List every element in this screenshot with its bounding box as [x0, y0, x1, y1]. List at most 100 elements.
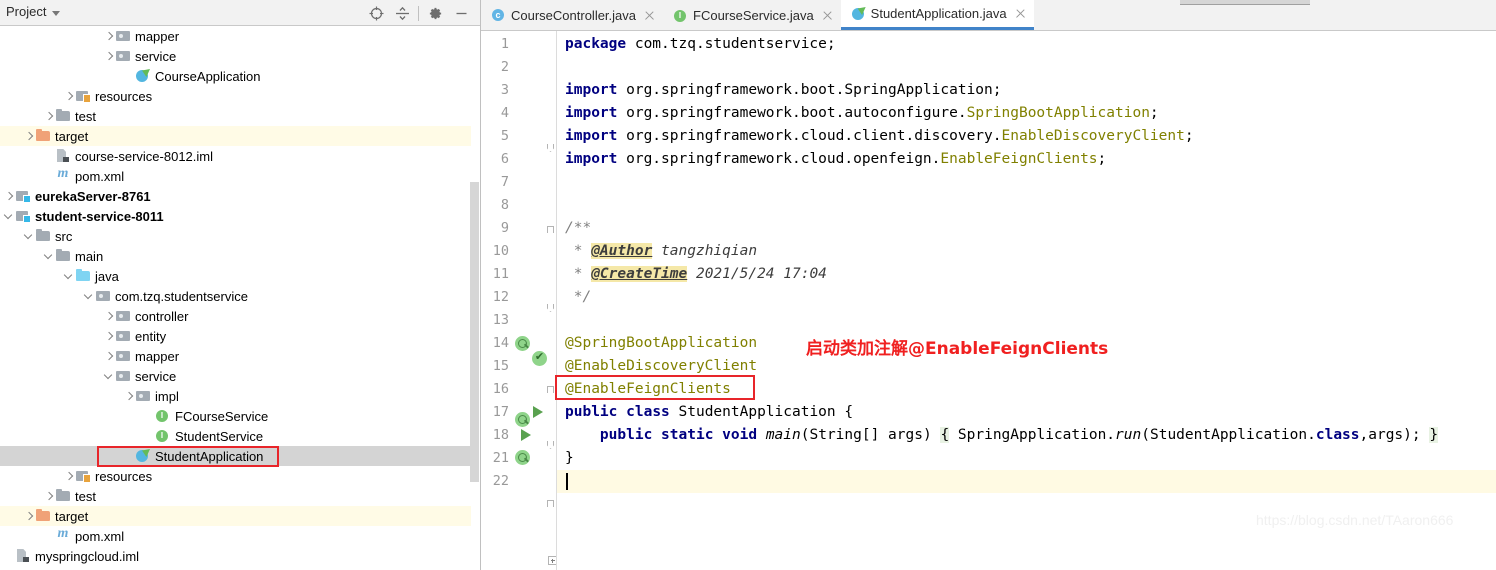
tree-row-main[interactable]: main	[0, 246, 481, 266]
code-text: import org.springframework.boot.autoconf…	[565, 105, 1159, 121]
chevron-down-icon	[52, 10, 61, 16]
folder-resources-icon	[75, 88, 91, 104]
tree-row-myspringcloud-iml[interactable]: myspringcloud.iml	[0, 546, 481, 566]
window-top-strip	[1180, 0, 1310, 5]
chevron-right-icon[interactable]	[103, 330, 115, 342]
tree-row-pom-xml[interactable]: pom.xml	[0, 526, 481, 546]
chevron-right-icon[interactable]	[3, 190, 15, 202]
tree-row-com-tzq-studentservice[interactable]: com.tzq.studentservice	[0, 286, 481, 306]
gear-icon[interactable]	[422, 0, 448, 26]
tree-row-label: test	[75, 488, 96, 504]
folder-source-icon	[75, 268, 91, 284]
tree-row-resources[interactable]: resources	[0, 466, 481, 486]
close-icon[interactable]	[643, 9, 656, 22]
tree-row-pom-xml[interactable]: pom.xml	[0, 166, 481, 186]
project-scrollbar-track[interactable]	[470, 26, 480, 570]
tree-row-entity[interactable]: entity	[0, 326, 481, 346]
project-scrollbar-thumb[interactable]	[470, 182, 479, 482]
tree-row-course-service-8012-iml[interactable]: course-service-8012.iml	[0, 146, 481, 166]
folder-package-icon	[115, 308, 131, 324]
code-editor[interactable]: 1 package com.tzq.studentservice; 2 3 import…	[481, 31, 1496, 570]
chevron-right-icon[interactable]	[63, 90, 75, 102]
tree-row-service[interactable]: service	[0, 366, 481, 386]
chevron-down-icon[interactable]	[43, 250, 55, 262]
line-number: 6	[500, 151, 509, 167]
code-text: /**	[565, 220, 592, 236]
chevron-right-icon[interactable]	[103, 50, 115, 62]
tree-row-target[interactable]: target	[0, 506, 481, 526]
tree-row-controller[interactable]: controller	[0, 306, 481, 326]
chevron-right-icon[interactable]	[123, 390, 135, 402]
tree-row-label: test	[75, 108, 96, 124]
module-icon	[15, 188, 31, 204]
code-line-import-enablediscoveryclient: 5 import org.springframework.cloud.client…	[481, 125, 1496, 148]
code-text: * @CreateTime 2021/5/24 17:04	[565, 266, 827, 282]
tree-row-studentservice[interactable]: StudentService	[0, 426, 481, 446]
line-number: 8	[500, 197, 509, 213]
tree-row-mapper[interactable]: mapper	[0, 26, 481, 46]
tree-row-impl[interactable]: impl	[0, 386, 481, 406]
iml-file-icon	[15, 548, 31, 564]
tree-row-studentapplication[interactable]: StudentApplication	[0, 446, 481, 466]
chevron-right-icon[interactable]	[103, 350, 115, 362]
iml-file-icon	[55, 148, 71, 164]
line-number: 14	[492, 335, 509, 351]
code-text: import org.springframework.cloud.openfei…	[565, 151, 1107, 167]
tree-row-service[interactable]: service	[0, 46, 481, 66]
close-icon[interactable]	[821, 9, 834, 22]
code-text: @EnableFeignClients	[565, 381, 731, 397]
chevron-down-icon[interactable]	[3, 210, 15, 222]
tree-row-resources[interactable]: resources	[0, 86, 481, 106]
minimize-icon[interactable]	[448, 0, 474, 26]
project-panel-title: Project	[6, 4, 47, 19]
chevron-down-icon[interactable]	[103, 370, 115, 382]
tree-row-eurekaserver-8761[interactable]: eurekaServer-8761	[0, 186, 481, 206]
collapse-all-icon[interactable]	[389, 0, 415, 26]
tree-row-java[interactable]: java	[0, 266, 481, 286]
tree-row-fcourseservice[interactable]: FCourseService	[0, 406, 481, 426]
tree-row-test[interactable]: test	[0, 486, 481, 506]
editor-tab-label: CourseController.java	[511, 7, 637, 23]
locate-icon[interactable]	[363, 0, 389, 26]
chevron-right-icon[interactable]	[63, 470, 75, 482]
chevron-right-icon[interactable]	[103, 30, 115, 42]
chevron-right-icon[interactable]	[23, 510, 35, 522]
tree-row-test[interactable]: test	[0, 106, 481, 126]
code-line-javadoc-author: 10 * @Author tangzhiqian	[481, 240, 1496, 263]
code-line-javadoc-open: 9 /**	[481, 217, 1496, 240]
project-view-selector[interactable]: Project	[6, 4, 61, 19]
editor-tab-coursecontroller[interactable]: CourseController.java	[481, 0, 664, 30]
chevron-down-icon[interactable]	[23, 230, 35, 242]
editor-tab-studentapplication[interactable]: StudentApplication.java	[840, 0, 1034, 30]
code-line-main-method: 18 public static void main(String[] args…	[481, 424, 1496, 447]
tree-row-courseapplication[interactable]: CourseApplication	[0, 66, 481, 86]
folder-package-icon	[135, 388, 151, 404]
folder-orange-icon	[35, 508, 51, 524]
chevron-down-icon[interactable]	[83, 290, 95, 302]
watermark-text: https://blog.csdn.net/TAaron666	[1256, 512, 1454, 528]
tree-row-src[interactable]: src	[0, 226, 481, 246]
project-toolbar: Project	[0, 0, 481, 26]
tree-row-label: resources	[95, 88, 153, 104]
chevron-down-icon[interactable]	[63, 270, 75, 282]
chevron-right-icon[interactable]	[43, 490, 55, 502]
java-class-icon	[491, 8, 506, 23]
close-icon[interactable]	[1014, 7, 1027, 20]
chevron-right-icon[interactable]	[23, 130, 35, 142]
tree-row-target[interactable]: target	[0, 126, 481, 146]
editor-tab-bar: CourseController.java FCourseService.java…	[481, 0, 1496, 31]
tree-row-label: CourseApplication	[155, 68, 261, 84]
tree-row-mapper[interactable]: mapper	[0, 346, 481, 366]
tree-row-student-service-8011[interactable]: student-service-8011	[0, 206, 481, 226]
editor-tab-fcourseservice[interactable]: FCourseService.java	[663, 0, 841, 30]
code-text: package com.tzq.studentservice;	[565, 36, 836, 52]
code-text: import org.springframework.boot.SpringAp…	[565, 82, 1002, 98]
fold-region-annotation-end[interactable]	[547, 498, 555, 509]
chevron-right-icon[interactable]	[43, 110, 55, 122]
folder-orange-icon	[35, 128, 51, 144]
interface-icon	[155, 428, 171, 444]
tree-row-label: src	[55, 228, 73, 244]
chevron-right-icon[interactable]	[103, 310, 115, 322]
project-tree[interactable]: mapper service CourseApplication resources t…	[0, 26, 481, 570]
editor-tab-label: FCourseService.java	[693, 7, 814, 23]
